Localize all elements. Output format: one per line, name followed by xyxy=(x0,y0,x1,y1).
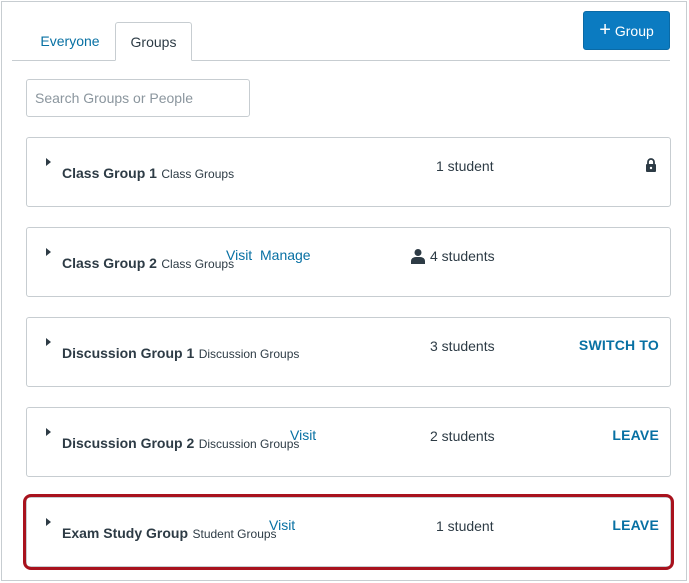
group-row-class-group-1[interactable]: Class Group 1 Class Groups 1 student xyxy=(26,137,671,207)
visit-link[interactable]: Visit xyxy=(269,517,295,533)
group-row-discussion-group-2[interactable]: Discussion Group 2 Discussion Groups Vis… xyxy=(26,407,671,477)
group-title: Exam Study Group Student Groups xyxy=(62,525,277,543)
group-name: Discussion Group 2 xyxy=(62,435,195,451)
leave-button[interactable]: LEAVE xyxy=(612,517,659,533)
manage-link[interactable]: Manage xyxy=(260,247,311,263)
tab-groups[interactable]: Groups xyxy=(115,22,192,61)
plus-icon: + xyxy=(599,18,611,41)
group-category: Student Groups xyxy=(192,527,277,541)
leave-button[interactable]: LEAVE xyxy=(612,427,659,443)
expand-caret-icon[interactable] xyxy=(46,338,51,346)
group-category: Discussion Groups xyxy=(198,437,300,451)
group-name: Exam Study Group xyxy=(62,525,189,541)
group-title: Class Group 2 Class Groups xyxy=(62,255,234,273)
member-count: 2 students xyxy=(430,428,495,444)
tab-everyone[interactable]: Everyone xyxy=(24,23,116,59)
member-count: 4 students xyxy=(430,248,495,264)
group-title: Class Group 1 Class Groups xyxy=(62,165,234,183)
member-count: 1 student xyxy=(436,518,494,534)
group-name: Discussion Group 1 xyxy=(62,345,195,361)
visit-link[interactable]: Visit xyxy=(226,247,252,263)
group-name: Class Group 2 xyxy=(62,255,157,271)
expand-caret-icon[interactable] xyxy=(46,248,51,256)
group-name: Class Group 1 xyxy=(62,165,157,181)
group-row-class-group-2[interactable]: Class Group 2 Class Groups Visit Manage … xyxy=(26,227,671,297)
group-row-discussion-group-1[interactable]: Discussion Group 1 Discussion Groups 3 s… xyxy=(26,317,671,387)
expand-caret-icon[interactable] xyxy=(46,518,51,526)
switch-to-button[interactable]: SWITCH TO xyxy=(579,337,659,353)
member-count: 3 students xyxy=(430,338,495,354)
group-category: Class Groups xyxy=(161,167,235,181)
search-input[interactable] xyxy=(26,79,250,117)
group-title: Discussion Group 2 Discussion Groups xyxy=(62,435,299,453)
visit-link[interactable]: Visit xyxy=(290,427,316,443)
group-category: Discussion Groups xyxy=(198,347,300,361)
group-title: Discussion Group 1 Discussion Groups xyxy=(62,345,299,363)
tabs-divider xyxy=(12,60,670,61)
lock-icon xyxy=(646,158,656,172)
add-group-label: Group xyxy=(614,22,654,39)
expand-caret-icon[interactable] xyxy=(46,158,51,166)
user-icon xyxy=(411,249,425,264)
add-group-button[interactable]: + Group xyxy=(583,11,670,50)
member-count: 1 student xyxy=(436,158,494,174)
group-category: Class Groups xyxy=(161,257,235,271)
expand-caret-icon[interactable] xyxy=(46,428,51,436)
group-row-exam-study-group[interactable]: Exam Study Group Student Groups Visit 1 … xyxy=(26,497,671,567)
